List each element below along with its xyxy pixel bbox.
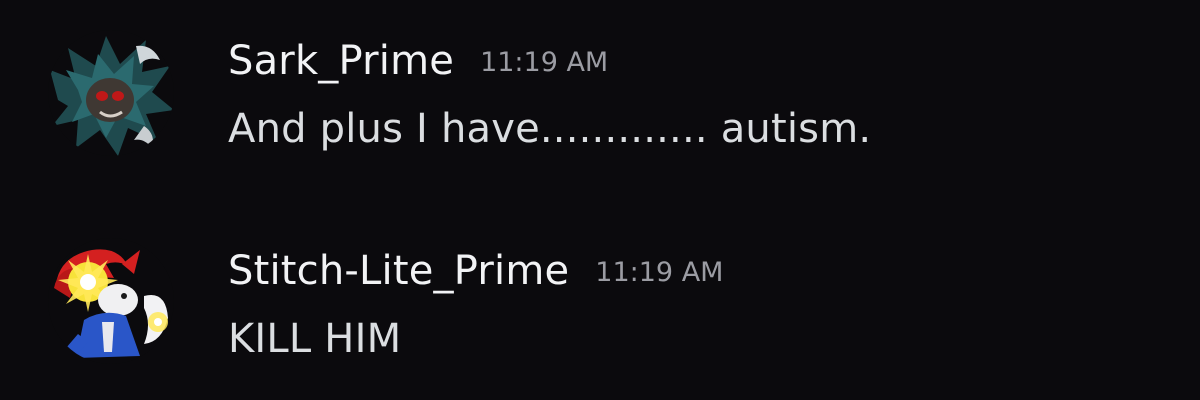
username[interactable]: Stitch-Lite_Prime bbox=[228, 248, 569, 294]
timestamp: 11:19 AM bbox=[595, 257, 724, 288]
dark-hedgehog-avatar-icon bbox=[48, 30, 174, 156]
message-content: KILL HIM bbox=[228, 316, 402, 362]
timestamp: 11:19 AM bbox=[480, 47, 609, 78]
chat-messages: Sark_Prime 11:19 AM And plus I have......… bbox=[0, 0, 1200, 400]
glowing-fox-avatar-icon bbox=[48, 238, 174, 364]
message-header: Stitch-Lite_Prime 11:19 AM bbox=[228, 248, 723, 294]
message-content: And plus I have............. autism. bbox=[228, 106, 872, 152]
avatar[interactable] bbox=[48, 238, 174, 364]
avatar[interactable] bbox=[48, 30, 174, 156]
username[interactable]: Sark_Prime bbox=[228, 38, 454, 84]
message-header: Sark_Prime 11:19 AM bbox=[228, 38, 608, 84]
